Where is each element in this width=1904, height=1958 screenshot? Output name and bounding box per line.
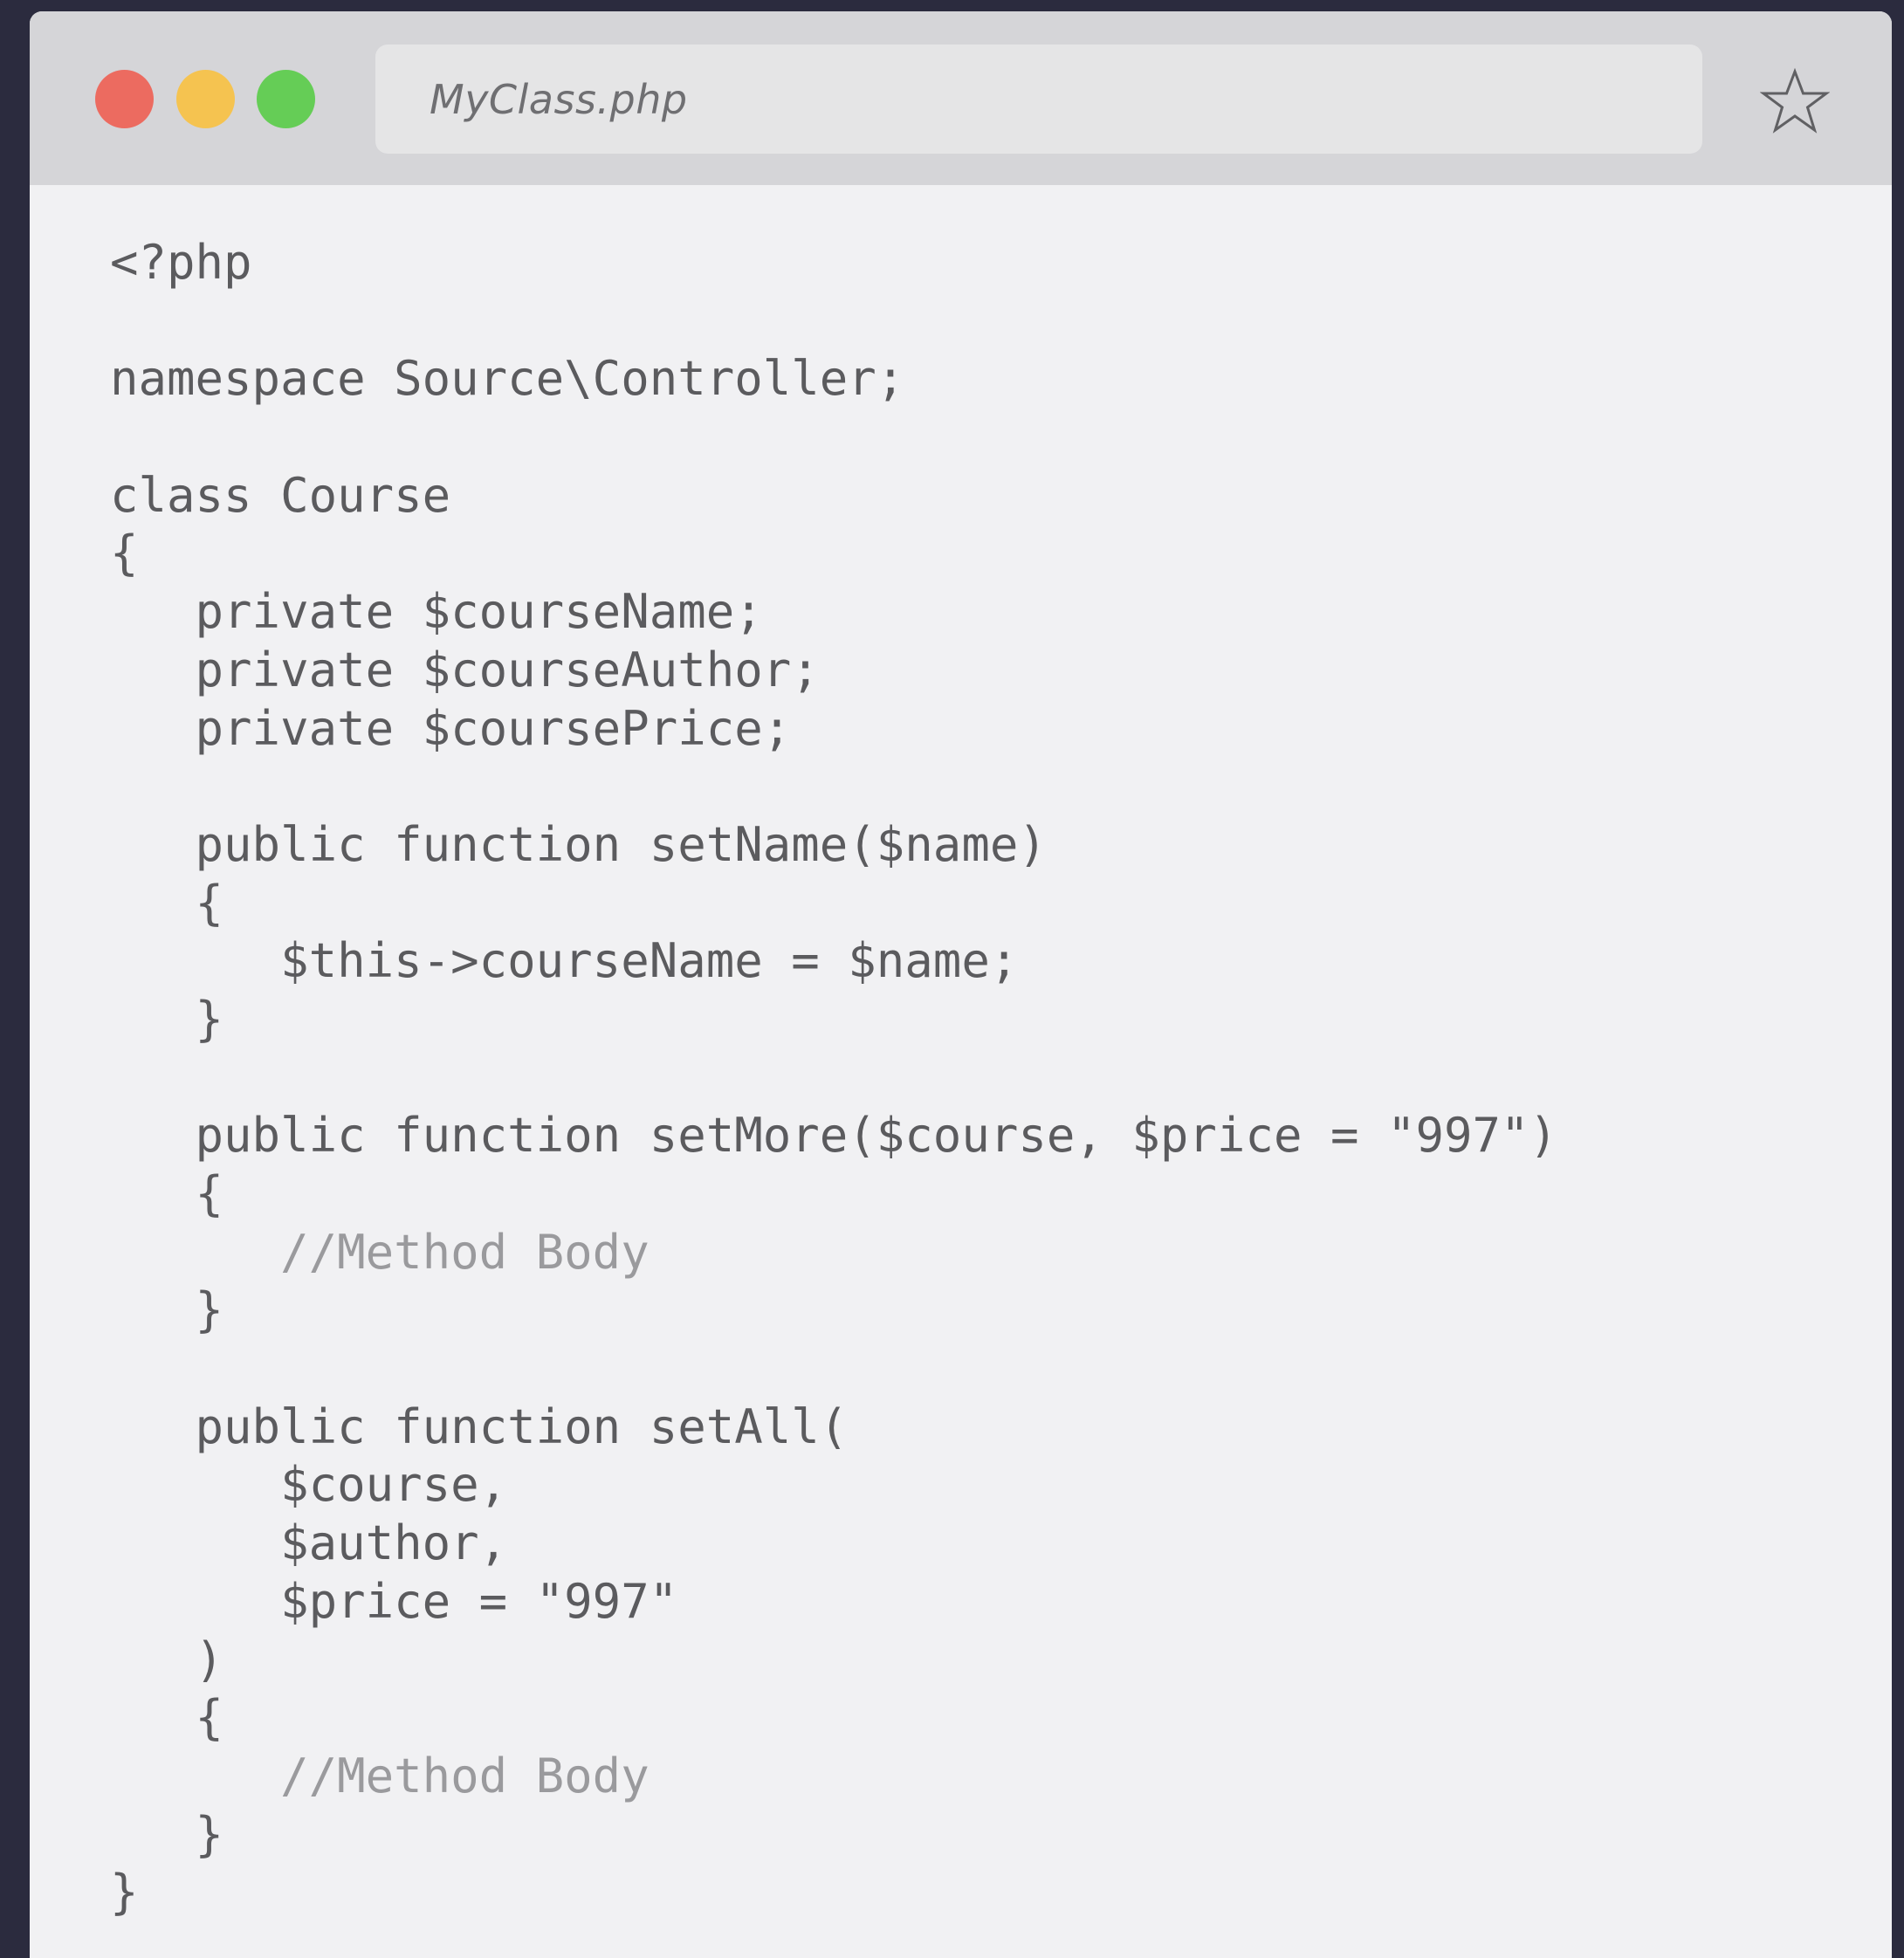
code-line: public function setName($name) [110,816,1047,872]
code-line: { [110,1690,224,1746]
code-line: ) [110,1632,224,1687]
code-line: private $courseAuthor; [110,642,820,697]
code-line: public function setAll( [110,1398,849,1454]
code-line: <?php [110,235,252,290]
code-line: private $coursePrice; [110,700,792,756]
code-line: $price = "997" [110,1573,678,1629]
code-line: $author, [110,1515,508,1571]
code-line: { [110,875,224,931]
code-comment-line: //Method Body [110,1224,650,1280]
code-line: $course, [110,1457,508,1513]
filename-bar[interactable]: MyClass.php [375,45,1702,154]
title-bar: MyClass.php [30,11,1892,185]
code-line: class Course [110,467,451,523]
code-line: { [110,1166,224,1221]
close-button[interactable] [95,70,154,128]
code-area[interactable]: <?php namespace Source\Controller; class C… [110,234,1557,1922]
code-comment-line: //Method Body [110,1748,650,1803]
filename-label: MyClass.php [430,75,688,123]
code-line: { [110,526,139,581]
code-line: } [110,1865,139,1920]
code-line: namespace Source\Controller; [110,351,905,407]
code-line: } [110,991,224,1047]
code-line: } [110,1806,224,1862]
minimize-button[interactable] [176,70,235,128]
editor-window: MyClass.php <?php namespace Source\Contro… [30,11,1892,1958]
star-icon[interactable] [1760,67,1830,137]
code-line: public function setMore($course, $price … [110,1108,1558,1164]
maximize-button[interactable] [257,70,315,128]
code-line: $this->courseName = $name; [110,933,1019,989]
code-line: } [110,1282,224,1338]
code-line: private $courseName; [110,584,763,640]
